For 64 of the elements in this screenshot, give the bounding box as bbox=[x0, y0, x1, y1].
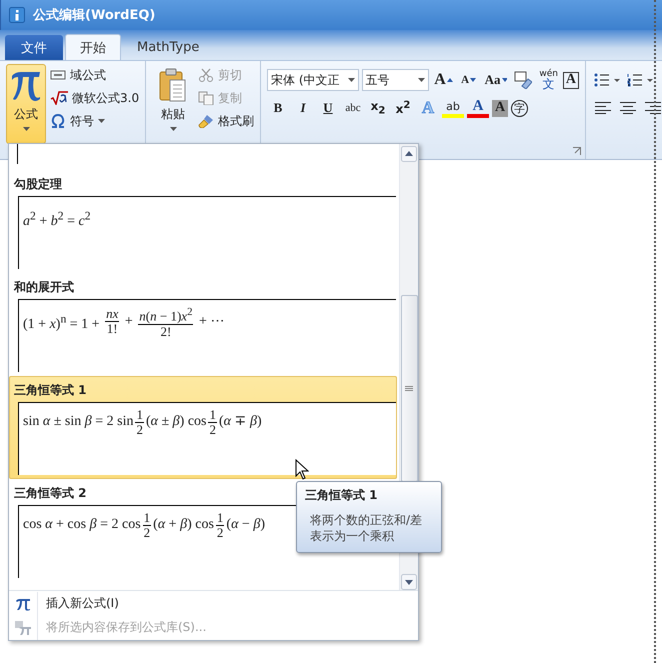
bullet-list-icon bbox=[594, 73, 620, 87]
caret-icon bbox=[446, 78, 453, 82]
align-left-icon bbox=[595, 102, 611, 114]
align-center-icon bbox=[620, 102, 636, 114]
caret-icon bbox=[22, 127, 30, 131]
font-name-field[interactable]: 宋体 (中文正 bbox=[267, 69, 359, 91]
font-button[interactable]: U bbox=[317, 97, 339, 119]
numbered-list-icon bbox=[627, 73, 653, 87]
font-button[interactable]: x$^{2}$ bbox=[392, 97, 414, 119]
phonetic-guide-button[interactable]: wén 文 bbox=[537, 69, 560, 91]
ribbon-item[interactable]: 符号 bbox=[50, 112, 140, 130]
formula-button[interactable]: 公式 bbox=[6, 64, 46, 144]
eraser-icon bbox=[514, 71, 532, 89]
tooltip-title: 三角恒等式 1 bbox=[305, 487, 379, 504]
caret-icon bbox=[502, 78, 508, 82]
sqrt-icon bbox=[50, 91, 68, 105]
copy-icon bbox=[198, 91, 214, 105]
formula-title: 和的展开式 bbox=[12, 279, 75, 296]
mouse-cursor-icon bbox=[295, 459, 309, 481]
gallery-item[interactable]: 勾股定理 a$^{2}$ + b$^{2}$ = c$^{2}$ bbox=[9, 170, 397, 273]
brush-icon bbox=[198, 114, 214, 128]
font-button[interactable]: A bbox=[492, 100, 508, 116]
formula-title: 三角恒等式 2 bbox=[13, 485, 88, 502]
font-button[interactable]: ab bbox=[442, 98, 464, 118]
ribbon-item[interactable]: 微软公式3.0 bbox=[50, 89, 140, 107]
caret-icon bbox=[98, 119, 105, 123]
caret-icon bbox=[170, 127, 176, 131]
font-size-field[interactable]: 五号 bbox=[362, 69, 430, 91]
scroll-down-button[interactable] bbox=[401, 574, 417, 590]
font-button[interactable]: A bbox=[562, 72, 579, 88]
dialog-launcher-icon bbox=[573, 147, 581, 155]
omega-icon bbox=[50, 114, 66, 128]
caret-icon bbox=[418, 78, 426, 82]
caret-icon bbox=[348, 78, 355, 82]
font-button[interactable]: abc bbox=[342, 97, 364, 119]
formula-title: 三角恒等式 1 bbox=[13, 382, 88, 399]
bracket-icon bbox=[50, 69, 66, 81]
app-icon bbox=[9, 7, 25, 23]
scissors-icon bbox=[198, 68, 214, 82]
ribbon-item[interactable]: 域公式 bbox=[50, 66, 140, 84]
clear-format-button[interactable] bbox=[512, 69, 534, 91]
font-button[interactable]: 字 bbox=[511, 100, 528, 116]
ribbon-tab[interactable]: 开始 bbox=[65, 34, 121, 60]
caret-icon bbox=[470, 78, 476, 82]
grip-icon bbox=[405, 386, 413, 392]
menu-item[interactable]: 插入新公式(I) bbox=[9, 592, 418, 616]
ribbon-tab[interactable]: 文件 bbox=[5, 35, 63, 60]
pi-icon bbox=[15, 596, 31, 610]
formula-preview: a$^{2}$ + b$^{2}$ = c$^{2}$ bbox=[18, 196, 396, 269]
window-title: 公式编辑(WordEQ) bbox=[33, 6, 156, 24]
paste-button[interactable]: 粘贴 bbox=[152, 64, 194, 144]
font-button[interactable]: A bbox=[432, 69, 455, 91]
font-button[interactable]: B bbox=[267, 97, 289, 119]
scroll-up-button[interactable] bbox=[401, 146, 417, 162]
ribbon-item[interactable]: 格式刷 bbox=[198, 112, 254, 130]
align-right-icon bbox=[645, 102, 661, 114]
ribbon-tab[interactable]: MathType bbox=[123, 35, 214, 60]
font-button[interactable]: x$_{2}$ bbox=[367, 97, 389, 119]
clipboard-icon bbox=[159, 68, 187, 102]
font-button[interactable]: I bbox=[292, 97, 314, 119]
scroll-thumb[interactable] bbox=[400, 295, 418, 482]
font-button[interactable]: Aa bbox=[482, 69, 510, 91]
formula-title: 勾股定理 bbox=[12, 176, 63, 193]
font-button[interactable]: A bbox=[458, 69, 480, 91]
